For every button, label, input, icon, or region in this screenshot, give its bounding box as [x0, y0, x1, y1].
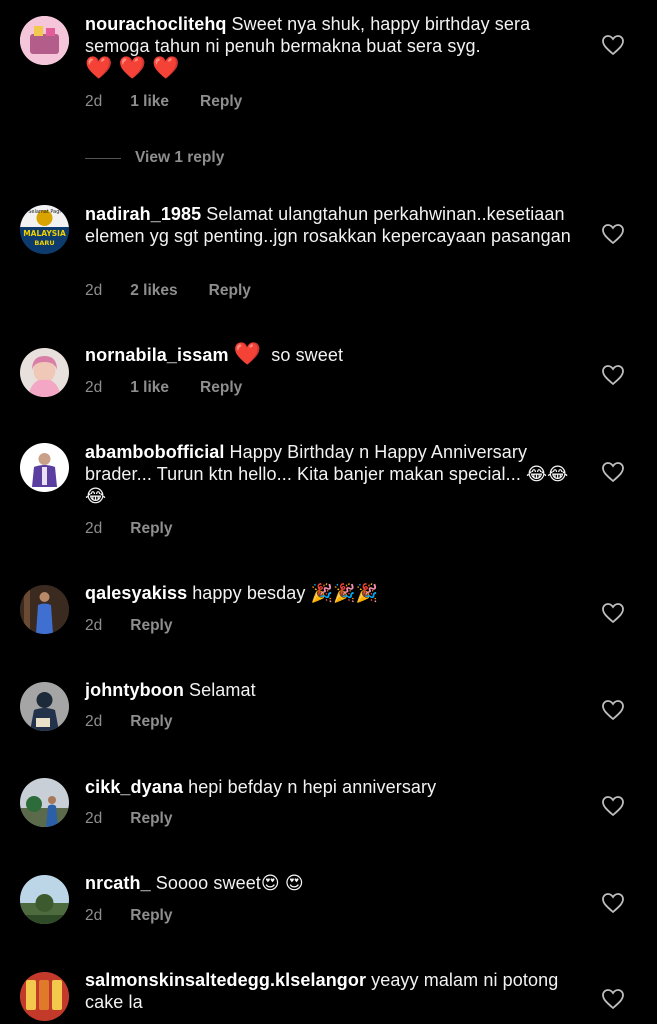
comment-meta: 2d 1 like Reply [85, 93, 273, 111]
heart-outline-icon[interactable] [601, 34, 625, 56]
view-replies-label: View 1 reply [135, 149, 225, 166]
reply-button[interactable]: Reply [200, 379, 242, 396]
username[interactable]: nadirah_1985 [85, 204, 201, 224]
heart-outline-icon[interactable] [601, 223, 625, 245]
avatar[interactable] [20, 585, 69, 634]
avatar-text-1: Selamat Pagi [28, 209, 61, 215]
comment-meta: 2d 1 like Reply [85, 379, 273, 397]
avatar[interactable] [20, 875, 69, 924]
username[interactable]: johntyboon [85, 680, 184, 700]
comment-text: nourachoclitehq Sweet nya shuk, happy bir… [85, 13, 575, 80]
avatar[interactable] [20, 16, 69, 65]
avatar-text-2: MALAYSIA [23, 229, 66, 238]
avatar-image [20, 875, 69, 924]
avatar-image: Selamat Pagi MALAYSIA BARU [20, 205, 69, 254]
timestamp: 2d [85, 282, 103, 299]
username[interactable]: qalesyakiss [85, 583, 187, 603]
comment-body: happy besday [192, 583, 306, 603]
comment-body: Selamat [188, 680, 256, 700]
comment-text: cikk_dyana hepi befday n hepi anniversary [85, 776, 575, 798]
heart-emoji: ❤️ [233, 341, 262, 366]
comment-body: hepi befday n hepi anniversary [188, 777, 437, 797]
avatar-image [20, 682, 69, 731]
comment-text: nadirah_1985 Selamat ulangtahun perkahwin… [85, 203, 575, 247]
heart-outline-icon[interactable] [601, 461, 625, 483]
username[interactable]: nornabila_issam [85, 345, 229, 365]
avatar[interactable] [20, 348, 69, 397]
reply-button[interactable]: Reply [130, 713, 172, 730]
avatar-image [20, 778, 69, 827]
comment-text: qalesyakiss happy besday 🎉🎉🎉 [85, 582, 575, 604]
avatar[interactable] [20, 972, 69, 1021]
avatar[interactable] [20, 682, 69, 731]
avatar-image [20, 972, 69, 1021]
view-replies-button[interactable]: View 1 reply [85, 148, 224, 168]
party-emoji: 🎉🎉🎉 [310, 583, 379, 603]
reply-button[interactable]: Reply [200, 93, 242, 110]
timestamp: 2d [85, 907, 103, 924]
comment-text: johntyboon Selamat [85, 679, 575, 701]
heart-eyes-emoji: 😍 😍 [260, 873, 304, 893]
comment-meta: 2d Reply [85, 810, 203, 828]
timestamp: 2d [85, 379, 103, 396]
likes-count[interactable]: 1 like [130, 93, 169, 110]
comment-meta: 2d Reply [85, 520, 203, 538]
heart-outline-icon[interactable] [601, 699, 625, 721]
likes-count[interactable]: 1 like [130, 379, 169, 396]
username[interactable]: nrcath_ [85, 873, 151, 893]
comment-meta: 2d Reply [85, 907, 203, 925]
reply-button[interactable]: Reply [130, 907, 172, 924]
likes-count[interactable]: 2 likes [130, 282, 177, 299]
timestamp: 2d [85, 617, 103, 634]
heart-outline-icon[interactable] [601, 602, 625, 624]
comment-text: nornabila_issam ❤️ so sweet [85, 343, 575, 366]
username[interactable]: salmonskinsaltedegg.klselangor [85, 970, 366, 990]
comment-meta: 2d Reply [85, 617, 203, 635]
comment-body: Soooo sweet [155, 873, 261, 893]
avatar[interactable] [20, 443, 69, 492]
username[interactable]: nourachoclitehq [85, 14, 227, 34]
comment-meta: 2d 2 likes Reply [85, 282, 282, 300]
comment-text: abambobofficial Happy Birthday n Happy An… [85, 441, 575, 507]
avatar[interactable] [20, 778, 69, 827]
username[interactable]: abambobofficial [85, 442, 225, 462]
comment-text: nrcath_ Soooo sweet😍 😍 [85, 872, 575, 894]
timestamp: 2d [85, 810, 103, 827]
timestamp: 2d [85, 520, 103, 537]
reply-button[interactable]: Reply [209, 282, 251, 299]
heart-outline-icon[interactable] [601, 795, 625, 817]
avatar-image [20, 348, 69, 397]
comment-body: so sweet [271, 345, 344, 365]
heart-outline-icon[interactable] [601, 892, 625, 914]
divider-line [85, 157, 121, 159]
reply-button[interactable]: Reply [130, 520, 172, 537]
avatar-image [20, 16, 69, 65]
reply-button[interactable]: Reply [130, 810, 172, 827]
timestamp: 2d [85, 713, 103, 730]
heart-emoji: ❤️ ❤️ ❤️ [85, 55, 180, 80]
avatar-image [20, 585, 69, 634]
avatar[interactable]: Selamat Pagi MALAYSIA BARU [20, 205, 69, 254]
username[interactable]: cikk_dyana [85, 777, 183, 797]
heart-outline-icon[interactable] [601, 364, 625, 386]
reply-button[interactable]: Reply [130, 617, 172, 634]
avatar-text-3: BARU [34, 239, 54, 247]
comment-meta: 2d Reply [85, 713, 203, 731]
avatar-image [20, 443, 69, 492]
timestamp: 2d [85, 93, 103, 110]
heart-outline-icon[interactable] [601, 988, 625, 1010]
comment-text: salmonskinsaltedegg.klselangor yeayy mala… [85, 969, 575, 1013]
